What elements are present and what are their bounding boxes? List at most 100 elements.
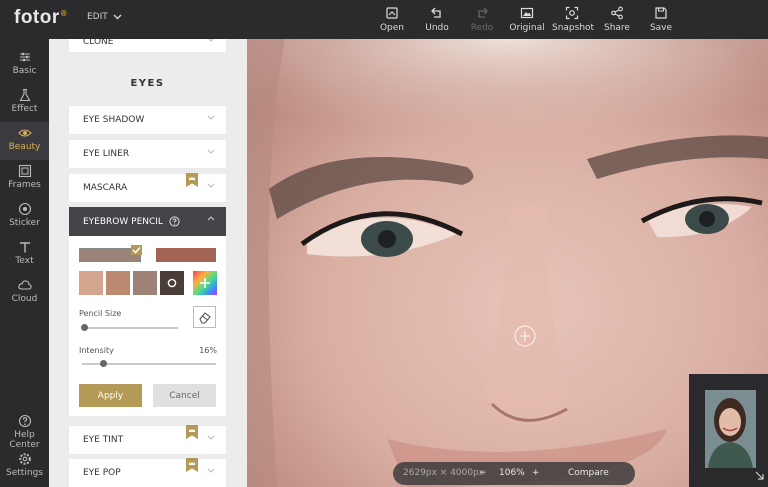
chevron-down-icon [207, 115, 215, 120]
chevron-down-icon [207, 468, 215, 473]
snapshot-label: Snapshot [552, 23, 595, 33]
eye-icon [17, 129, 32, 137]
thumbnail-photo [705, 390, 756, 468]
save-button[interactable]: Save [641, 6, 681, 33]
share-icon [611, 6, 623, 20]
open-icon [386, 7, 398, 19]
accordion-eye-tint[interactable]: EYE TINT [69, 425, 226, 454]
custom-color-picker[interactable] [193, 271, 217, 295]
apply-button[interactable]: Apply [79, 384, 142, 407]
zoom-out-button[interactable]: − [479, 468, 487, 478]
sidebar-item-settings[interactable]: Settings [0, 448, 49, 486]
original-button[interactable]: Original [507, 6, 547, 33]
premium-badge-icon [186, 458, 198, 472]
sidebar-item-beauty[interactable]: Beauty [0, 122, 49, 160]
logo-text: fotor [14, 7, 60, 28]
sidebar-item-label: Help Center [9, 430, 40, 450]
redo-label: Redo [470, 23, 494, 33]
edit-menu-label: EDIT [87, 12, 108, 22]
sidebar-item-cloud[interactable]: Cloud [0, 274, 49, 312]
chevron-up-icon [207, 216, 215, 221]
intensity-slider-handle[interactable] [100, 360, 108, 367]
collapse-arrow-icon[interactable] [755, 471, 764, 480]
color-swatch[interactable] [133, 271, 157, 295]
original-icon [520, 7, 534, 19]
pencil-size-slider-handle[interactable] [80, 324, 88, 331]
accordion-clone[interactable]: CLONE [69, 39, 226, 52]
accordion-eyebrow-pencil[interactable]: EYEBROW PENCIL [69, 207, 226, 236]
redo-icon [478, 7, 488, 18]
navigator-thumbnail[interactable] [689, 374, 768, 487]
share-button[interactable]: Share [597, 6, 637, 33]
image-dimensions: 2629px × 4000px [403, 468, 485, 478]
top-bar: fotor® EDIT Open Undo Redo Original Snap… [0, 0, 768, 39]
sidebar: Basic Effect Beauty Frames Sticker Text … [0, 39, 49, 487]
undo-button[interactable]: Undo [417, 6, 457, 33]
settings-icon [18, 453, 31, 465]
text-icon [19, 242, 30, 253]
sidebar-item-effect[interactable]: Effect [0, 84, 49, 122]
sliders-icon [19, 52, 30, 62]
sidebar-item-label: Sticker [9, 218, 40, 228]
sidebar-item-basic[interactable]: Basic [0, 46, 49, 84]
sidebar-item-label: Settings [6, 468, 43, 478]
chevron-down-icon [113, 14, 122, 20]
chevron-down-icon [207, 435, 215, 440]
accordion-label: EYE TINT [83, 435, 124, 445]
color-swatch[interactable] [156, 248, 216, 262]
zoom-level: 106% [499, 468, 525, 478]
sidebar-item-label: Cloud [11, 294, 38, 304]
open-label: Open [379, 23, 405, 33]
selected-ring-icon [167, 278, 177, 288]
intensity-label: Intensity [79, 346, 114, 355]
cancel-button[interactable]: Cancel [153, 384, 216, 407]
accordion-label: EYE SHADOW [83, 115, 145, 125]
section-title: EYES [130, 78, 165, 89]
snapshot-button[interactable]: Snapshot [552, 6, 595, 33]
accordion-label: MASCARA [83, 183, 128, 193]
intensity-value: 16% [199, 346, 217, 355]
eraser-icon [199, 312, 211, 324]
original-label: Original [509, 23, 545, 33]
thumbnail-image [705, 390, 756, 468]
pencil-size-slider[interactable] [82, 327, 178, 329]
edit-menu[interactable]: EDIT [87, 12, 122, 22]
plus-icon [200, 278, 210, 288]
undo-icon [431, 7, 441, 18]
cloud-icon [17, 280, 32, 290]
flask-icon [19, 88, 30, 102]
check-icon [131, 245, 142, 255]
logo[interactable]: fotor® [14, 7, 67, 29]
premium-badge-icon [186, 425, 198, 439]
redo-button[interactable]: Redo [462, 6, 502, 33]
sidebar-item-label: Beauty [8, 142, 41, 152]
accordion-eye-liner[interactable]: EYE LINER [69, 140, 226, 168]
sidebar-item-help-center[interactable]: Help Center [0, 410, 49, 450]
question-icon[interactable] [169, 216, 180, 227]
chevron-down-icon [208, 39, 214, 42]
snapshot-icon [565, 6, 579, 20]
zoom-in-button[interactable]: + [532, 468, 540, 478]
sidebar-item-text[interactable]: Text [0, 236, 49, 274]
frame-icon [18, 164, 31, 178]
eraser-button[interactable] [193, 306, 216, 328]
sidebar-item-label: Text [15, 256, 34, 266]
accordion-mascara[interactable]: MASCARA [69, 173, 226, 202]
accordion-label: EYE LINER [83, 149, 130, 159]
sidebar-item-sticker[interactable]: Sticker [0, 198, 49, 236]
accordion-label: CLONE [83, 39, 114, 47]
compare-button[interactable]: Compare [568, 468, 609, 478]
accordion-eye-pop[interactable]: EYE POP [69, 458, 226, 487]
chevron-down-icon [207, 183, 215, 188]
color-swatch[interactable] [79, 271, 103, 295]
color-swatch[interactable] [160, 271, 184, 295]
sidebar-item-label: Frames [8, 180, 41, 190]
sidebar-item-label: Basic [12, 66, 37, 76]
save-icon [655, 7, 667, 19]
accordion-eye-shadow[interactable]: EYE SHADOW [69, 106, 226, 134]
color-swatch[interactable] [106, 271, 130, 295]
undo-label: Undo [425, 23, 449, 33]
sidebar-item-frames[interactable]: Frames [0, 160, 49, 198]
open-button[interactable]: Open [372, 6, 412, 33]
accordion-label: EYE POP [83, 468, 121, 478]
